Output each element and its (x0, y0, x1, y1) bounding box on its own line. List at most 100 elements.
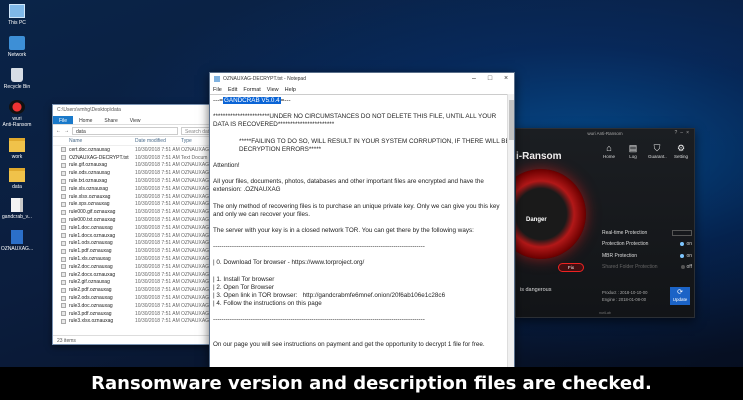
product-label: Product : (602, 290, 619, 295)
back-arrow-icon[interactable]: ← (56, 128, 61, 134)
update-icon: ⟳ (677, 289, 683, 296)
video-caption: Ransomware version and description files… (0, 367, 743, 400)
file-icon (61, 303, 66, 309)
file-row[interactable]: rule1.ods.oznauxag 10/30/2018 7:51 AM OZNA… (61, 240, 229, 248)
file-name: rule1.docx.oznauxag (69, 232, 116, 239)
nav-log[interactable]: ▤ Log (624, 143, 642, 159)
address-bar[interactable]: data (72, 126, 178, 135)
column-name[interactable]: Name (69, 138, 135, 144)
close-icon[interactable]: × (498, 73, 514, 85)
ribbon-tab-file[interactable]: File (53, 116, 74, 124)
protection-toggle[interactable] (672, 229, 692, 236)
file-row[interactable]: rule1.pdf.oznauxag 10/30/2018 7:51 AM OZNA… (61, 247, 229, 255)
file-row[interactable]: rule000.txt.oznauxag 10/30/2018 7:51 AM OZ… (61, 216, 229, 224)
maximize-icon[interactable]: □ (482, 73, 498, 85)
file-date: 10/30/2018 7:51 AM (135, 154, 180, 161)
desktop-icon-this-pc[interactable]: This PC (0, 4, 34, 26)
file-row[interactable]: rule.ods.oznauxag 10/30/2018 7:51 AM OZNAU… (61, 169, 229, 177)
file-row[interactable]: rule2.ods.oznauxag 10/30/2018 7:51 AM OZNA… (61, 294, 229, 302)
gear-icon: ⚙ (676, 143, 686, 153)
menu-edit[interactable]: Edit (228, 87, 237, 93)
desktop-icon-work[interactable]: work (0, 138, 34, 160)
desktop-icon-anti-ransom[interactable]: wuri Anti-Ransom (0, 100, 34, 128)
window-controls[interactable]: ?–× (675, 129, 692, 138)
file-row[interactable]: rule1.doc.oznauxag 10/30/2018 7:51 AM OZNA… (61, 224, 229, 232)
anti-ransom-brand: i-Ransom (516, 151, 562, 162)
nav-home[interactable]: ⌂ Home (600, 143, 618, 159)
file-icon (61, 248, 66, 254)
step1-line: | 1. Install Tor browser (213, 275, 275, 283)
file-icon (61, 147, 66, 153)
ribbon-tab-share[interactable]: Share (98, 116, 123, 124)
desktop-icon-gandcrab[interactable]: gandcrab_v... (0, 198, 34, 220)
file-row[interactable]: rule.xlsx.oznauxag 10/30/2018 7:51 AM OZNA… (61, 193, 229, 201)
update-button[interactable]: ⟳ Update (670, 287, 690, 305)
forward-arrow-icon[interactable]: → (64, 128, 69, 134)
file-row[interactable]: rule000.gif.oznauxag 10/30/2018 7:51 AM OZ… (61, 208, 229, 216)
file-row[interactable]: OZNAUXAG-DECRYPT.txt 10/30/2018 7:51 AM Te… (61, 154, 229, 162)
protection-status-list: Real-time Protection Protection Protectio… (602, 227, 692, 273)
explorer-ribbon: File Home Share View (53, 116, 229, 125)
file-date: 10/30/2018 7:51 AM (135, 170, 180, 177)
file-explorer-window[interactable]: C:\Users\vmhg\Desktop\data File Home Sha… (52, 104, 230, 345)
nav-label: Setting (673, 154, 688, 159)
desktop-icon-network[interactable]: Network (0, 36, 34, 58)
file-icon (61, 178, 66, 184)
file-row[interactable]: rule3.doc.oznauxag 10/30/2018 7:51 AM OZNA… (61, 302, 229, 310)
protection-value[interactable] (672, 229, 692, 236)
notepad-scrollbar[interactable] (507, 94, 514, 367)
encrypted-line: All your files, documents, photos, datab… (213, 178, 486, 194)
nav-setting[interactable]: ⚙ Setting (672, 143, 690, 159)
menu-file[interactable]: File (213, 87, 222, 93)
desktop-icon-data[interactable]: data (0, 168, 34, 190)
anti-ransom-window[interactable]: wuri Anti-Ransom ?–× i-Ransom ⌂ Home ▤ L… (515, 128, 695, 318)
file-row[interactable]: rule.xls.oznauxag 10/30/2018 7:51 AM OZNAU… (61, 185, 229, 193)
file-row[interactable]: rule2.gif.oznauxag 10/30/2018 7:51 AM OZNA… (61, 279, 229, 287)
file-icon (61, 287, 66, 293)
scrollbar-thumb[interactable] (509, 100, 514, 140)
minimize-icon[interactable]: – (466, 73, 482, 85)
warning-line: ***********************UNDER NO CIRCUMST… (213, 113, 498, 129)
file-row[interactable]: rule.txt.oznauxag 10/30/2018 7:51 AM OZNAU… (61, 177, 229, 185)
protection-value[interactable]: off (680, 264, 692, 270)
protection-row[interactable]: Protection Protection on (602, 239, 692, 251)
file-row[interactable]: rule3.xlsx.oznauxag 10/30/2018 7:51 AM OZN… (61, 318, 229, 326)
nav-guarantee[interactable]: ⛉ Guarant.. (648, 143, 667, 159)
menu-format[interactable]: Format (243, 87, 260, 93)
desktop-icon-label: Recycle Bin (3, 84, 31, 90)
file-row[interactable]: rule2.doc.oznauxag 10/30/2018 7:51 AM OZNA… (61, 263, 229, 271)
file-row[interactable]: rule.xps.oznauxag 10/30/2018 7:51 AM OZNAU… (61, 201, 229, 209)
protection-value[interactable]: on (680, 241, 692, 247)
protection-row[interactable]: Shared Folder Protection off (602, 262, 692, 274)
notepad-window[interactable]: OZNAUXAG-DECRYPT.txt - Notepad – □ × Fil… (209, 72, 515, 368)
file-row[interactable]: cert.doc.oznauxag 10/30/2018 7:51 AM OZNAU… (61, 146, 229, 154)
ribbon-tab-home[interactable]: Home (73, 116, 98, 124)
menu-view[interactable]: View (267, 87, 279, 93)
protection-value[interactable]: on (680, 253, 692, 259)
desktop-icon-recycle-bin[interactable]: Recycle Bin (0, 68, 34, 90)
ribbon-tab-view[interactable]: View (124, 116, 147, 124)
file-name: rule1.ods.oznauxag (69, 240, 113, 247)
file-row[interactable]: rule1.docx.oznauxag 10/30/2018 7:51 AM OZN… (61, 232, 229, 240)
column-date-modified[interactable]: Date modified (135, 138, 181, 144)
protection-label: Shared Folder Protection (602, 264, 658, 271)
file-date: 10/30/2018 7:51 AM (135, 178, 180, 185)
file-row[interactable]: rule2.pdf.oznauxag 10/30/2018 7:51 AM OZNA… (61, 286, 229, 294)
network-icon (9, 36, 25, 50)
protection-row[interactable]: Real-time Protection (602, 227, 692, 239)
file-row[interactable]: rule3.pdf.oznauxag 10/30/2018 7:51 AM OZNA… (61, 310, 229, 318)
file-row[interactable]: rule2.docx.oznauxag 10/30/2018 7:51 AM OZN… (61, 271, 229, 279)
fix-button[interactable]: Fix (558, 263, 584, 272)
file-icon (61, 201, 66, 207)
notepad-text-area[interactable]: ---=GANDCRAB V5.0.4=--- ****************… (210, 94, 514, 367)
desktop-icon-oznauxag[interactable]: OZNAUXAG... (0, 230, 34, 252)
protection-row[interactable]: MBR Protection on (602, 250, 692, 262)
engine-label: Engine : (602, 297, 618, 302)
file-date: 10/30/2018 7:51 AM (135, 310, 180, 317)
danger-label: Danger (526, 217, 547, 223)
shield-icon: ⛉ (653, 143, 661, 153)
file-row[interactable]: rule.gif.oznauxag 10/30/2018 7:51 AM OZNAU… (61, 162, 229, 170)
file-row[interactable]: rule1.xls.oznauxag 10/30/2018 7:51 AM OZNA… (61, 255, 229, 263)
menu-help[interactable]: Help (285, 87, 296, 93)
file-icon (61, 162, 66, 168)
